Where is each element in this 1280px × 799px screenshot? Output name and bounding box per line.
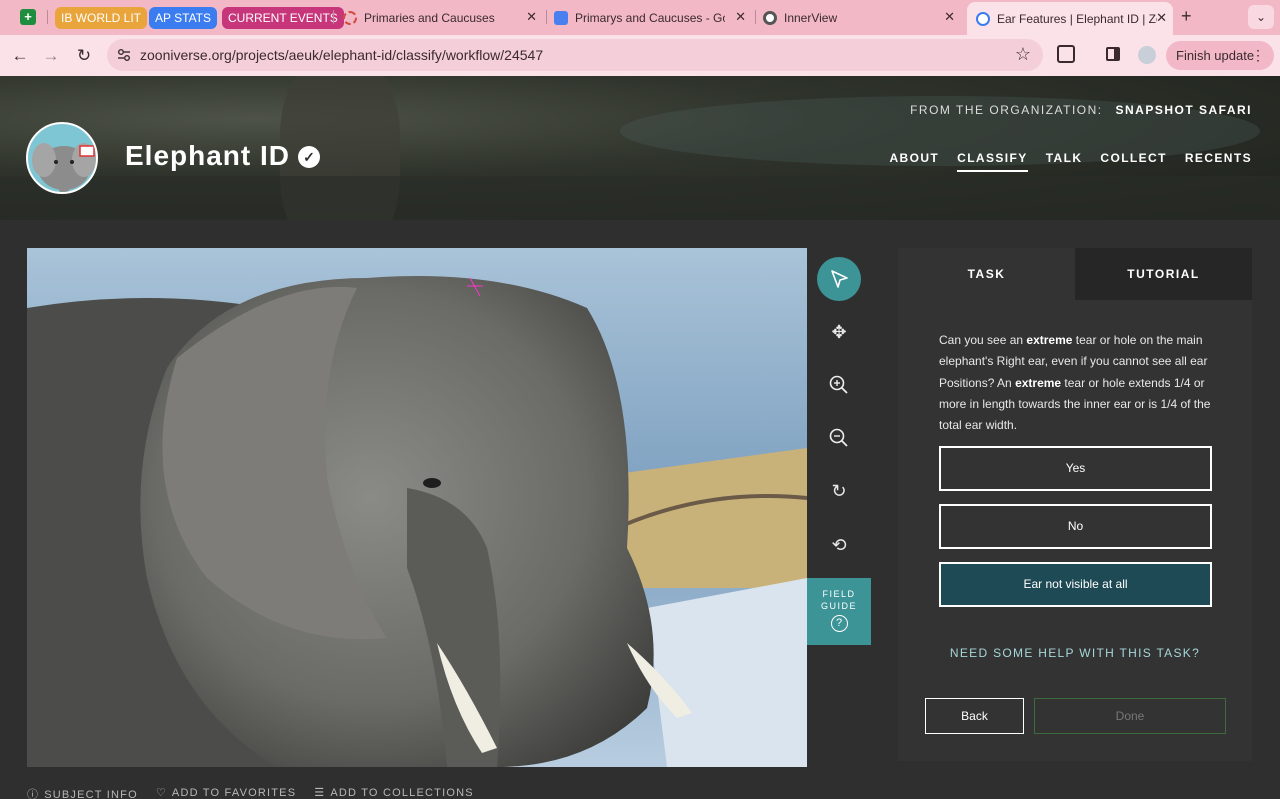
zoom-in-icon[interactable] — [817, 363, 861, 407]
project-avatar[interactable] — [26, 122, 98, 194]
browser-toolbar: ← → ↻ zooniverse.org/projects/aeuk/eleph… — [0, 35, 1280, 76]
task-help-link[interactable]: NEED SOME HELP WITH THIS TASK? — [898, 646, 1252, 660]
new-tab-button[interactable]: + — [1181, 6, 1192, 27]
zoom-out-icon[interactable] — [817, 416, 861, 460]
nav-recents[interactable]: RECENTS — [1185, 151, 1252, 172]
project-header: Elephant ID ✓ FROM THE ORGANIZATION: SNA… — [0, 76, 1280, 220]
finish-update-label: Finish update — [1176, 48, 1255, 63]
nav-classify[interactable]: CLASSIFY — [957, 151, 1028, 172]
reset-icon[interactable]: ⟲ — [817, 523, 861, 567]
pointer-icon[interactable] — [817, 257, 861, 301]
subject-actions: ⓘ SUBJECT INFO ♡ ADD TO FAVORITES ☰ ADD TO … — [27, 786, 474, 799]
extensions-icon[interactable] — [1057, 45, 1075, 63]
tab-group-current-events[interactable]: CURRENT EVENTS — [222, 7, 344, 29]
add-to-favorites-link[interactable]: ♡ ADD TO FAVORITES — [156, 786, 296, 799]
task-question: Can you see an extreme tear or hole on t… — [939, 330, 1217, 436]
profile-avatar[interactable] — [1138, 46, 1156, 64]
info-icon: ⓘ — [27, 789, 40, 799]
tab-primaries-and-caucuses[interactable]: Primaries and Caucuses ✕ — [343, 4, 543, 31]
nav-talk[interactable]: TALK — [1046, 151, 1083, 172]
more-menu-icon[interactable]: ⋮ — [1251, 41, 1265, 70]
tab-innerview[interactable]: InnerView ✕ — [763, 4, 961, 31]
forward-arrow-icon[interactable]: → — [38, 43, 64, 69]
question-text: Can you see an — [939, 333, 1027, 347]
tab-task[interactable]: TASK — [898, 248, 1075, 300]
google-docs-icon — [554, 10, 568, 25]
field-guide-label: FIELD GUIDE — [820, 589, 857, 611]
tab-primarys-and-caucuses-docs[interactable]: Primarys and Caucuses - Goo ✕ — [554, 4, 752, 31]
project-title[interactable]: Elephant ID — [125, 140, 290, 172]
help-question-icon: ? — [830, 615, 848, 632]
finish-update-button[interactable]: Finish update ⋮ — [1166, 41, 1274, 70]
elephant-photo — [27, 248, 807, 767]
subject-info-link[interactable]: ⓘ SUBJECT INFO — [27, 786, 138, 799]
site-settings-icon[interactable] — [117, 48, 131, 62]
nav-collect[interactable]: COLLECT — [1100, 151, 1166, 172]
organization-line: FROM THE ORGANIZATION: SNAPSHOT SAFARI — [910, 103, 1252, 117]
url-text: zooniverse.org/projects/aeuk/elephant-id… — [140, 47, 544, 63]
address-bar[interactable]: zooniverse.org/projects/aeuk/elephant-id… — [107, 39, 1043, 71]
project-nav: ABOUT CLASSIFY TALK COLLECT RECENTS — [889, 151, 1252, 172]
add-to-collections-link[interactable]: ☰ ADD TO COLLECTIONS — [314, 786, 474, 799]
close-icon[interactable]: ✕ — [1156, 10, 1167, 26]
tab-group-ib-world-lit[interactable]: IB WORLD LIT — [55, 7, 148, 29]
tab-search-button[interactable]: ⌄ — [1248, 5, 1274, 29]
answer-no-button[interactable]: No — [939, 504, 1212, 549]
close-icon[interactable]: ✕ — [526, 9, 537, 25]
tab-ear-features-elephant-id[interactable]: Ear Features | Elephant ID | Zo ✕ — [967, 2, 1173, 35]
question-emphasis: extreme — [1015, 375, 1062, 390]
back-button[interactable]: Back — [925, 698, 1024, 734]
viewer-toolbar: ✥ ↻ ⟲ — [807, 248, 871, 578]
organization-link[interactable]: SNAPSHOT SAFARI — [1115, 103, 1252, 117]
tab-tutorial[interactable]: TUTORIAL — [1075, 248, 1252, 300]
heart-icon: ♡ — [155, 787, 167, 799]
header-background-shape — [0, 176, 1280, 220]
field-guide-button[interactable]: FIELD GUIDE ? — [807, 578, 871, 645]
back-arrow-icon[interactable]: ← — [7, 43, 33, 69]
close-icon[interactable]: ✕ — [944, 9, 955, 25]
answer-yes-button[interactable]: Yes — [939, 446, 1212, 491]
add-to-favorites-label: ADD TO FAVORITES — [171, 787, 297, 799]
add-to-collections-label: ADD TO COLLECTIONS — [330, 787, 474, 799]
verified-check-icon: ✓ — [298, 146, 320, 168]
subject-image[interactable] — [27, 248, 807, 767]
pan-icon[interactable]: ✥ — [817, 310, 861, 354]
tab-title: Primarys and Caucuses - Goo — [575, 10, 725, 25]
subject-info-label: SUBJECT INFO — [44, 789, 138, 799]
tab-separator — [546, 10, 547, 24]
tab-title: Primaries and Caucuses — [364, 10, 495, 25]
bookmark-star-icon[interactable]: ☆ — [1015, 44, 1031, 65]
tab-separator — [333, 10, 334, 24]
innerview-icon — [763, 10, 777, 25]
primaries-icon — [343, 10, 357, 25]
nav-about[interactable]: ABOUT — [889, 151, 939, 172]
browser-tab-bar: + IB WORLD LIT AP STATS CURRENT EVENTS P… — [0, 0, 1280, 35]
sheets-icon[interactable]: + — [20, 9, 36, 25]
zooniverse-icon — [976, 11, 990, 26]
tab-group-ap-stats[interactable]: AP STATS — [149, 7, 218, 29]
reload-icon[interactable]: ↻ — [71, 43, 97, 69]
rotate-icon[interactable]: ↻ — [817, 469, 861, 513]
tab-title: InnerView — [784, 10, 838, 25]
side-panel-icon[interactable] — [1106, 47, 1120, 61]
question-emphasis: extreme — [1026, 333, 1073, 347]
tab-separator — [755, 10, 756, 24]
list-icon: ☰ — [314, 787, 326, 799]
organization-prefix: FROM THE ORGANIZATION: — [910, 103, 1103, 117]
answer-ear-not-visible-button[interactable]: Ear not visible at all — [939, 562, 1212, 607]
close-icon[interactable]: ✕ — [735, 9, 746, 25]
tab-separator — [47, 10, 48, 24]
task-panel: TASK TUTORIAL Can you see an extreme tea… — [898, 248, 1252, 761]
done-button[interactable]: Done — [1034, 698, 1226, 734]
tab-title: Ear Features | Elephant ID | Zo — [997, 11, 1157, 26]
